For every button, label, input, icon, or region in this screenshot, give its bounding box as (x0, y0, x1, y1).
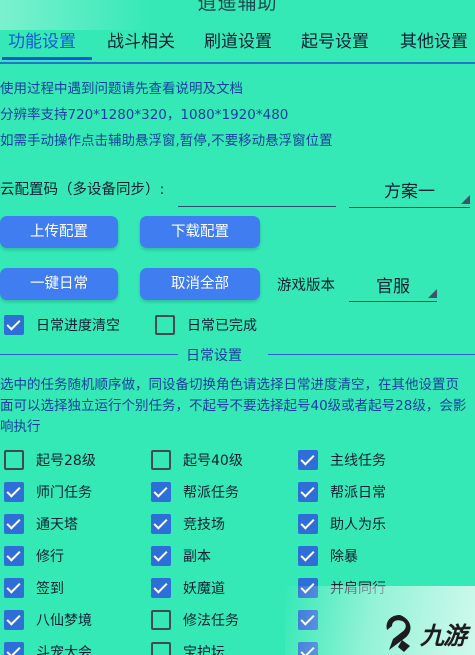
task-label: 起号28级 (36, 453, 96, 469)
info-line-help: 使用过程中遇到问题请先查看说明及文档 (0, 81, 243, 97)
game-version-value: 官服 (376, 277, 410, 297)
tab-bar: 功能设置 战斗相关 刷道设置 起号设置 其他设置 (0, 30, 475, 60)
checkbox-daily-progress-reset[interactable]: 日常进度清空 (4, 313, 154, 337)
task-label: 斗宠大会 (36, 645, 92, 655)
scheme-select-value: 方案一 (384, 182, 435, 202)
download-config-button[interactable]: 下载配置 (140, 216, 260, 248)
task-label: 副本 (183, 549, 211, 565)
checkbox-box (4, 546, 24, 566)
checkbox-box (298, 482, 318, 502)
task-label: 帮派日常 (330, 485, 386, 501)
game-version-label: 游戏版本 (277, 278, 335, 294)
task-label: 助人为乐 (330, 517, 386, 533)
tabs-divider (0, 62, 475, 64)
task-label: 除暴 (330, 549, 358, 565)
cloud-config-label: 云配置码（多设备同步）: (0, 182, 165, 198)
app-window: 逍遥辅助 功能设置 战斗相关 刷道设置 起号设置 其他设置 使用过程中遇到问题请… (0, 0, 475, 655)
tab-function-settings[interactable]: 功能设置 (8, 30, 76, 60)
dropdown-caret-icon (428, 289, 437, 298)
checkbox-box (151, 514, 171, 534)
checkbox-box (151, 546, 171, 566)
task-label: 师门任务 (36, 485, 92, 501)
task-label: 修法任务 (183, 613, 239, 629)
task-label: 妖魔道 (183, 581, 225, 597)
checkbox-box (4, 482, 24, 502)
checkbox-box (151, 578, 171, 598)
checkbox-box (4, 610, 24, 630)
tab-other-settings[interactable]: 其他设置 (400, 30, 468, 60)
watermark: 九游 (380, 610, 475, 655)
scheme-select[interactable]: 方案一 (349, 174, 470, 208)
one-click-daily-button[interactable]: 一键日常 (0, 268, 118, 300)
checkbox-box (151, 610, 171, 630)
checkbox-box (298, 546, 318, 566)
checkbox-box (298, 514, 318, 534)
checkbox-box (4, 514, 24, 534)
checkbox-box (155, 315, 175, 335)
task-label: 通天塔 (36, 517, 78, 533)
nine-game-logo-icon (386, 615, 411, 652)
tab-combat[interactable]: 战斗相关 (107, 30, 175, 60)
checkbox-daily-completed[interactable]: 日常已完成 (155, 313, 305, 337)
section-divider-left (0, 354, 178, 355)
app-title: 逍遥辅助 (197, 0, 278, 14)
dropdown-caret-icon (461, 195, 470, 204)
watermark-text: 九游 (420, 622, 467, 650)
checkbox-box (151, 482, 171, 502)
checkbox-box (4, 315, 24, 335)
task-label: 起号40级 (183, 453, 243, 469)
checkbox-box (151, 450, 171, 470)
checkbox-box (298, 450, 318, 470)
daily-settings-title: 日常设置 (186, 348, 242, 364)
active-tab-indicator (2, 57, 92, 60)
game-version-select[interactable]: 官服 (349, 268, 437, 302)
task-label: 主线任务 (330, 453, 386, 469)
info-line-resolution: 分辨率支持720*1280*320，1080*1920*480 (0, 107, 289, 123)
task-label: 修行 (36, 549, 64, 565)
checkbox-box (4, 578, 24, 598)
checkbox-box (151, 642, 171, 655)
tab-farming[interactable]: 刷道设置 (204, 30, 272, 60)
task-label: 签到 (36, 581, 64, 597)
task-label: 八仙梦境 (36, 613, 92, 629)
daily-settings-description: 选中的任务随机顺序做，同设备切换角色请选择日常进度清空，在其他设置页面可以选择独… (0, 377, 467, 435)
checkbox-box (4, 642, 24, 655)
upload-config-button[interactable]: 上传配置 (0, 216, 118, 248)
task-label: 竞技场 (183, 517, 225, 533)
tab-account-start[interactable]: 起号设置 (301, 30, 369, 60)
cancel-all-button[interactable]: 取消全部 (140, 268, 260, 300)
task-label: 宝护坛 (183, 645, 225, 655)
checkbox-box (4, 450, 24, 470)
checkbox-label: 日常已完成 (187, 318, 257, 334)
checkbox-label: 日常进度清空 (36, 318, 120, 334)
info-line-manual: 如需手动操作点击辅助悬浮窗,暂停,不要移动悬浮窗位置 (0, 133, 333, 149)
cloud-config-input[interactable] (178, 175, 336, 207)
section-divider-right (268, 354, 475, 355)
task-label: 帮派任务 (183, 485, 239, 501)
